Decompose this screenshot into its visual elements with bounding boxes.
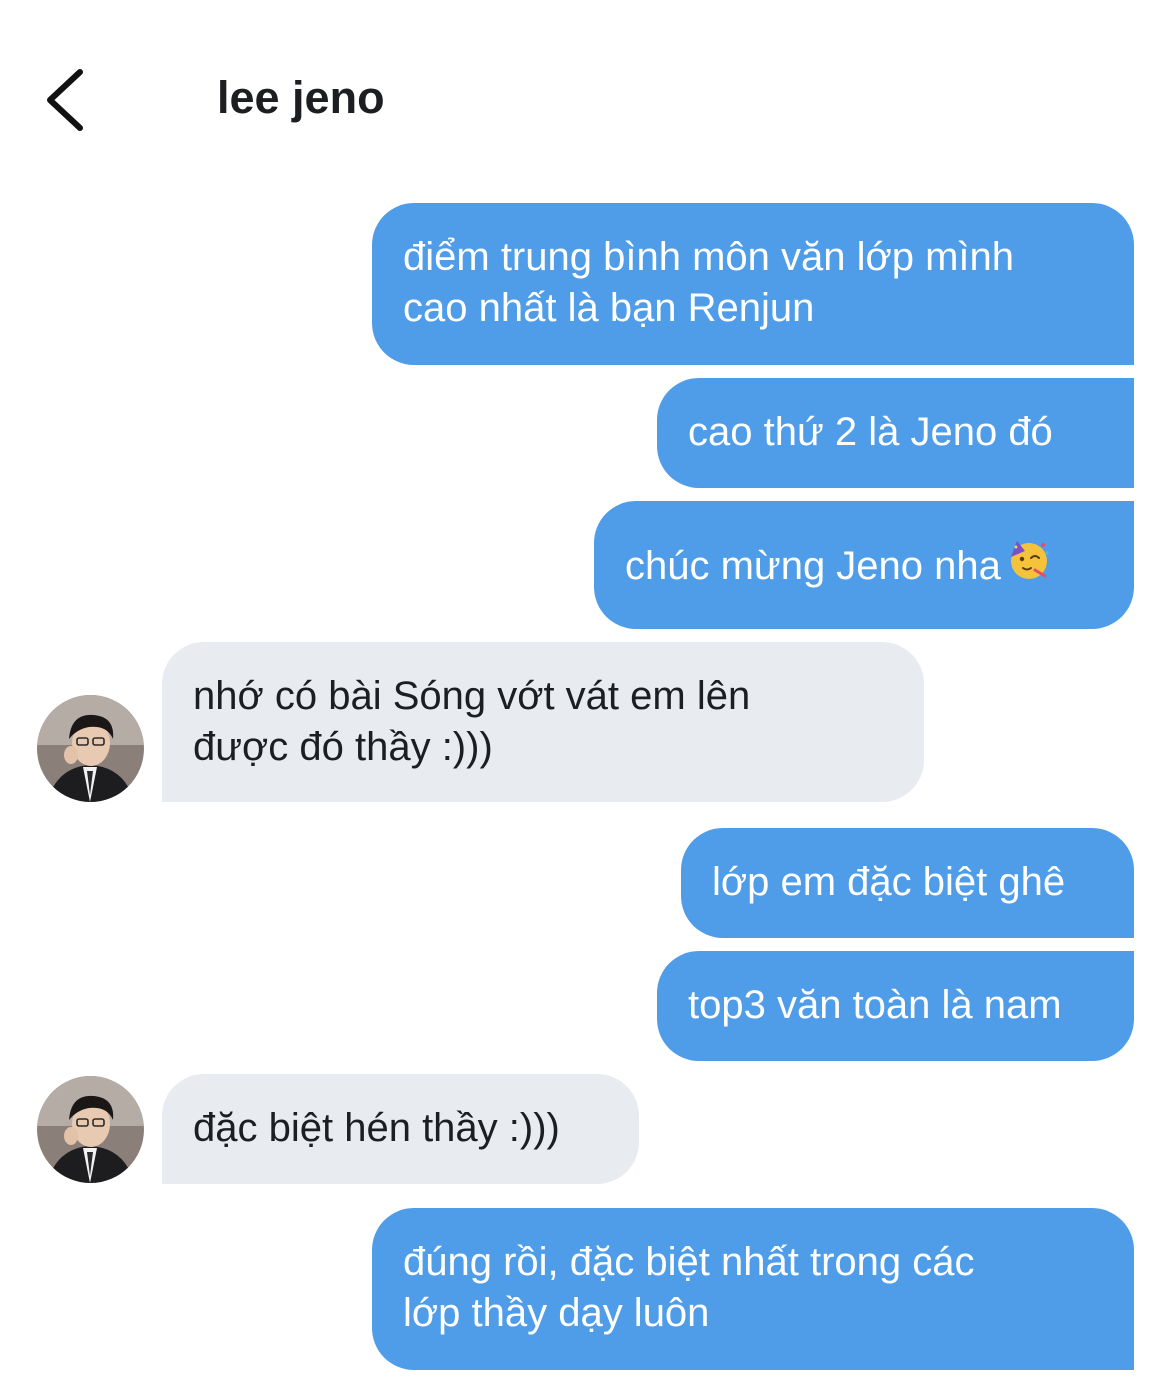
avatar[interactable] <box>37 695 144 802</box>
conversation-title: lee jeno <box>217 72 385 123</box>
message-line: lớp thầy dạy luôn <box>403 1291 710 1335</box>
message-line: đúng rồi, đặc biệt nhất trong các <box>403 1240 975 1284</box>
sent-message-bubble[interactable]: lớp em đặc biệt ghê <box>681 828 1134 938</box>
avatar[interactable] <box>37 1076 144 1183</box>
message-line: cao thứ 2 là Jeno đó <box>688 410 1053 454</box>
message-line: chúc mừng Jeno nha <box>625 544 1001 589</box>
message-line: cao nhất là bạn Renjun <box>403 286 815 330</box>
sent-message-bubble[interactable]: đúng rồi, đặc biệt nhất trong các lớp th… <box>372 1208 1134 1370</box>
chevron-left-icon <box>47 69 83 131</box>
message-line: top3 văn toàn là nam <box>688 983 1062 1027</box>
chat-header: lee jeno <box>0 0 1169 200</box>
sent-message-bubble[interactable]: điểm trung bình môn văn lớp mình cao nhấ… <box>372 203 1134 365</box>
sent-message-bubble[interactable]: top3 văn toàn là nam <box>657 951 1134 1061</box>
message-line: đặc biệt hén thầy :))) <box>193 1106 560 1150</box>
received-message-bubble[interactable]: nhớ có bài Sóng vớt vát em lên được đó t… <box>162 642 924 802</box>
message-line: điểm trung bình môn văn lớp mình <box>403 235 1014 279</box>
sent-message-bubble[interactable]: chúc mừng Jeno nha <box>594 501 1134 629</box>
message-line: lớp em đặc biệt ghê <box>712 860 1066 904</box>
message-line: nhớ có bài Sóng vớt vát em lên <box>193 674 751 718</box>
partying-face-icon <box>1007 537 1051 594</box>
sent-message-bubble[interactable]: cao thứ 2 là Jeno đó <box>657 378 1134 488</box>
received-message-bubble[interactable]: đặc biệt hén thầy :))) <box>162 1074 639 1184</box>
message-line: được đó thầy :))) <box>193 725 493 769</box>
back-button[interactable] <box>36 62 100 138</box>
